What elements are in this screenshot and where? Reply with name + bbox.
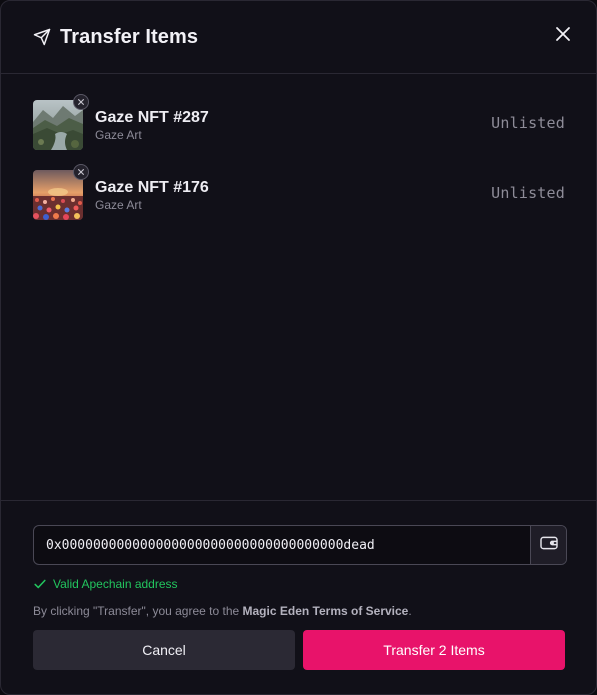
modal-footer: Valid Apechain address By clicking "Tran… [1, 500, 596, 694]
close-icon [77, 93, 85, 111]
wallet-button[interactable] [530, 526, 566, 564]
close-button[interactable] [552, 25, 574, 47]
transfer-modal: Transfer Items Gaze NFT #287 Gaze Art Un… [0, 0, 597, 695]
wallet-icon [539, 535, 559, 556]
address-field [33, 525, 567, 565]
terms-suffix: . [408, 604, 412, 618]
terms-link[interactable]: Magic Eden Terms of Service [243, 604, 409, 618]
item-name: Gaze NFT #287 [95, 108, 209, 126]
item-collection: Gaze Art [95, 127, 142, 142]
modal-title: Transfer Items [60, 25, 199, 48]
validation-message: Valid Apechain address [33, 577, 565, 591]
remove-item-button[interactable] [73, 164, 89, 180]
nft-thumbnail [33, 94, 89, 150]
check-icon [33, 577, 47, 591]
cancel-button[interactable]: Cancel [33, 630, 295, 670]
action-buttons: Cancel Transfer 2 Items [33, 630, 565, 670]
terms-prefix: By clicking "Transfer", you agree to the [33, 604, 243, 618]
close-icon [77, 163, 85, 181]
nft-thumbnail [33, 164, 89, 220]
item-name: Gaze NFT #176 [95, 178, 209, 196]
send-icon [33, 28, 51, 46]
remove-item-button[interactable] [73, 94, 89, 110]
validation-text: Valid Apechain address [53, 577, 178, 591]
list-item: Gaze NFT #287 Gaze Art Unlisted [33, 94, 565, 150]
transfer-button[interactable]: Transfer 2 Items [303, 630, 565, 670]
list-item: Gaze NFT #176 Gaze Art Unlisted [33, 164, 565, 220]
item-info: Gaze NFT #176 Gaze Art [95, 178, 209, 213]
modal-header: Transfer Items [1, 1, 596, 74]
address-input[interactable] [34, 526, 530, 564]
terms-text: By clicking "Transfer", you agree to the… [33, 604, 565, 618]
item-status: Unlisted [491, 184, 565, 202]
item-collection: Gaze Art [95, 197, 142, 212]
close-icon [554, 25, 572, 48]
item-status: Unlisted [491, 114, 565, 132]
item-list: Gaze NFT #287 Gaze Art Unlisted Gaze NFT… [1, 74, 596, 500]
item-info: Gaze NFT #287 Gaze Art [95, 108, 209, 143]
